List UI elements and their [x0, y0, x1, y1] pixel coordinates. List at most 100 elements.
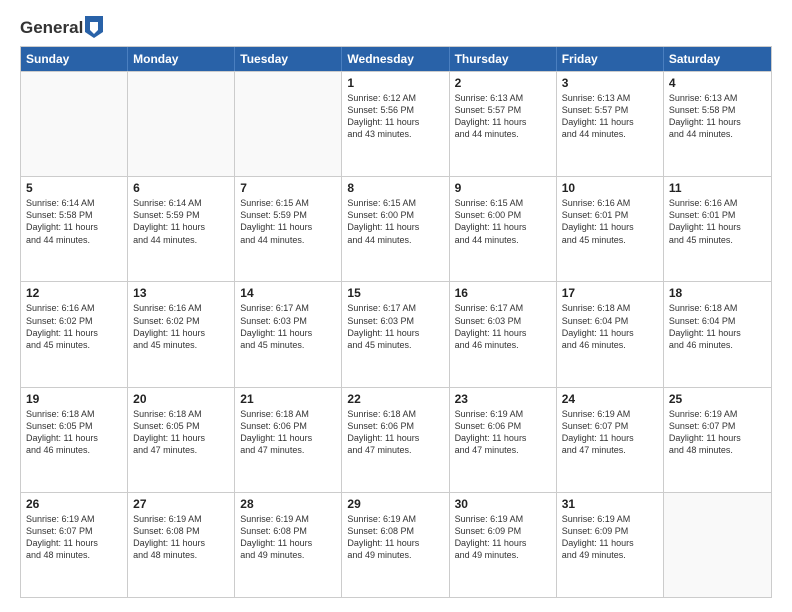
day-number: 11: [669, 181, 766, 195]
cell-info: Sunrise: 6:19 AM Sunset: 6:09 PM Dayligh…: [455, 513, 551, 562]
day-number: 22: [347, 392, 443, 406]
cell-info: Sunrise: 6:18 AM Sunset: 6:04 PM Dayligh…: [562, 302, 658, 351]
day-cell-12: 12 Sunrise: 6:16 AM Sunset: 6:02 PM Dayli…: [21, 282, 128, 386]
day-number: 24: [562, 392, 658, 406]
weekday-header-sunday: Sunday: [21, 47, 128, 71]
day-number: 12: [26, 286, 122, 300]
day-cell-13: 13 Sunrise: 6:16 AM Sunset: 6:02 PM Dayli…: [128, 282, 235, 386]
calendar-row-3: 19 Sunrise: 6:18 AM Sunset: 6:05 PM Dayli…: [21, 387, 771, 492]
calendar-row-0: 1 Sunrise: 6:12 AM Sunset: 5:56 PM Daylig…: [21, 71, 771, 176]
cell-info: Sunrise: 6:13 AM Sunset: 5:58 PM Dayligh…: [669, 92, 766, 141]
calendar: SundayMondayTuesdayWednesdayThursdayFrid…: [20, 46, 772, 598]
day-number: 23: [455, 392, 551, 406]
cell-info: Sunrise: 6:18 AM Sunset: 6:05 PM Dayligh…: [26, 408, 122, 457]
day-number: 18: [669, 286, 766, 300]
day-cell-23: 23 Sunrise: 6:19 AM Sunset: 6:06 PM Dayli…: [450, 388, 557, 492]
day-number: 17: [562, 286, 658, 300]
day-number: 16: [455, 286, 551, 300]
cell-info: Sunrise: 6:15 AM Sunset: 5:59 PM Dayligh…: [240, 197, 336, 246]
day-number: 7: [240, 181, 336, 195]
day-cell-28: 28 Sunrise: 6:19 AM Sunset: 6:08 PM Dayli…: [235, 493, 342, 597]
day-cell-18: 18Sunrise: 6:18 AM Sunset: 6:04 PM Dayli…: [664, 282, 771, 386]
cell-info: Sunrise: 6:16 AM Sunset: 6:01 PM Dayligh…: [669, 197, 766, 246]
weekday-header-wednesday: Wednesday: [342, 47, 449, 71]
day-number: 29: [347, 497, 443, 511]
day-cell-11: 11 Sunrise: 6:16 AM Sunset: 6:01 PM Dayli…: [664, 177, 771, 281]
calendar-row-1: 5 Sunrise: 6:14 AM Sunset: 5:58 PM Daylig…: [21, 176, 771, 281]
day-number: 5: [26, 181, 122, 195]
day-cell-5: 5 Sunrise: 6:14 AM Sunset: 5:58 PM Daylig…: [21, 177, 128, 281]
cell-info: Sunrise: 6:16 AM Sunset: 6:02 PM Dayligh…: [133, 302, 229, 351]
empty-cell: [664, 493, 771, 597]
weekday-header-tuesday: Tuesday: [235, 47, 342, 71]
weekday-header-friday: Friday: [557, 47, 664, 71]
day-cell-10: 10Sunrise: 6:16 AM Sunset: 6:01 PM Dayli…: [557, 177, 664, 281]
day-cell-22: 22 Sunrise: 6:18 AM Sunset: 6:06 PM Dayli…: [342, 388, 449, 492]
cell-info: Sunrise: 6:13 AM Sunset: 5:57 PM Dayligh…: [562, 92, 658, 141]
cell-info: Sunrise: 6:15 AM Sunset: 6:00 PM Dayligh…: [455, 197, 551, 246]
cell-info: Sunrise: 6:14 AM Sunset: 5:59 PM Dayligh…: [133, 197, 229, 246]
day-cell-26: 26 Sunrise: 6:19 AM Sunset: 6:07 PM Dayli…: [21, 493, 128, 597]
day-cell-29: 29 Sunrise: 6:19 AM Sunset: 6:08 PM Dayli…: [342, 493, 449, 597]
day-cell-9: 9 Sunrise: 6:15 AM Sunset: 6:00 PM Daylig…: [450, 177, 557, 281]
logo-general: General: [20, 18, 83, 38]
weekday-header-monday: Monday: [128, 47, 235, 71]
day-number: 26: [26, 497, 122, 511]
day-cell-8: 8Sunrise: 6:15 AM Sunset: 6:00 PM Daylig…: [342, 177, 449, 281]
cell-info: Sunrise: 6:19 AM Sunset: 6:07 PM Dayligh…: [562, 408, 658, 457]
cell-info: Sunrise: 6:16 AM Sunset: 6:02 PM Dayligh…: [26, 302, 122, 351]
empty-cell: [21, 72, 128, 176]
day-number: 4: [669, 76, 766, 90]
day-cell-24: 24 Sunrise: 6:19 AM Sunset: 6:07 PM Dayli…: [557, 388, 664, 492]
day-number: 21: [240, 392, 336, 406]
empty-cell: [235, 72, 342, 176]
day-number: 15: [347, 286, 443, 300]
cell-info: Sunrise: 6:18 AM Sunset: 6:05 PM Dayligh…: [133, 408, 229, 457]
day-cell-27: 27Sunrise: 6:19 AM Sunset: 6:08 PM Dayli…: [128, 493, 235, 597]
cell-info: Sunrise: 6:13 AM Sunset: 5:57 PM Dayligh…: [455, 92, 551, 141]
cell-info: Sunrise: 6:18 AM Sunset: 6:06 PM Dayligh…: [347, 408, 443, 457]
day-cell-15: 15 Sunrise: 6:17 AM Sunset: 6:03 PM Dayli…: [342, 282, 449, 386]
cell-info: Sunrise: 6:17 AM Sunset: 6:03 PM Dayligh…: [455, 302, 551, 351]
day-number: 30: [455, 497, 551, 511]
day-cell-20: 20Sunrise: 6:18 AM Sunset: 6:05 PM Dayli…: [128, 388, 235, 492]
cell-info: Sunrise: 6:19 AM Sunset: 6:09 PM Dayligh…: [562, 513, 658, 562]
cell-info: Sunrise: 6:19 AM Sunset: 6:08 PM Dayligh…: [240, 513, 336, 562]
day-number: 13: [133, 286, 229, 300]
day-number: 28: [240, 497, 336, 511]
day-cell-7: 7 Sunrise: 6:15 AM Sunset: 5:59 PM Daylig…: [235, 177, 342, 281]
header: General: [20, 18, 772, 36]
day-number: 1: [347, 76, 443, 90]
day-cell-4: 4 Sunrise: 6:13 AM Sunset: 5:58 PM Daylig…: [664, 72, 771, 176]
cell-info: Sunrise: 6:17 AM Sunset: 6:03 PM Dayligh…: [347, 302, 443, 351]
day-number: 10: [562, 181, 658, 195]
day-number: 19: [26, 392, 122, 406]
logo: General: [20, 18, 103, 36]
empty-cell: [128, 72, 235, 176]
day-number: 9: [455, 181, 551, 195]
day-number: 14: [240, 286, 336, 300]
cell-info: Sunrise: 6:19 AM Sunset: 6:08 PM Dayligh…: [347, 513, 443, 562]
day-number: 31: [562, 497, 658, 511]
day-cell-25: 25 Sunrise: 6:19 AM Sunset: 6:07 PM Dayli…: [664, 388, 771, 492]
day-cell-3: 3Sunrise: 6:13 AM Sunset: 5:57 PM Daylig…: [557, 72, 664, 176]
weekday-header-saturday: Saturday: [664, 47, 771, 71]
day-cell-21: 21 Sunrise: 6:18 AM Sunset: 6:06 PM Dayli…: [235, 388, 342, 492]
cell-info: Sunrise: 6:19 AM Sunset: 6:07 PM Dayligh…: [669, 408, 766, 457]
cell-info: Sunrise: 6:19 AM Sunset: 6:08 PM Dayligh…: [133, 513, 229, 562]
cell-info: Sunrise: 6:18 AM Sunset: 6:06 PM Dayligh…: [240, 408, 336, 457]
day-cell-17: 17 Sunrise: 6:18 AM Sunset: 6:04 PM Dayli…: [557, 282, 664, 386]
cell-info: Sunrise: 6:14 AM Sunset: 5:58 PM Dayligh…: [26, 197, 122, 246]
page: General SundayMondayTuesdayWednesdayThur…: [0, 0, 792, 612]
calendar-row-2: 12 Sunrise: 6:16 AM Sunset: 6:02 PM Dayli…: [21, 281, 771, 386]
day-cell-31: 31 Sunrise: 6:19 AM Sunset: 6:09 PM Dayli…: [557, 493, 664, 597]
day-number: 25: [669, 392, 766, 406]
day-number: 6: [133, 181, 229, 195]
cell-info: Sunrise: 6:19 AM Sunset: 6:07 PM Dayligh…: [26, 513, 122, 562]
weekday-header-thursday: Thursday: [450, 47, 557, 71]
day-cell-6: 6 Sunrise: 6:14 AM Sunset: 5:59 PM Daylig…: [128, 177, 235, 281]
cell-info: Sunrise: 6:12 AM Sunset: 5:56 PM Dayligh…: [347, 92, 443, 141]
day-cell-16: 16 Sunrise: 6:17 AM Sunset: 6:03 PM Dayli…: [450, 282, 557, 386]
calendar-row-4: 26 Sunrise: 6:19 AM Sunset: 6:07 PM Dayli…: [21, 492, 771, 597]
cell-info: Sunrise: 6:19 AM Sunset: 6:06 PM Dayligh…: [455, 408, 551, 457]
